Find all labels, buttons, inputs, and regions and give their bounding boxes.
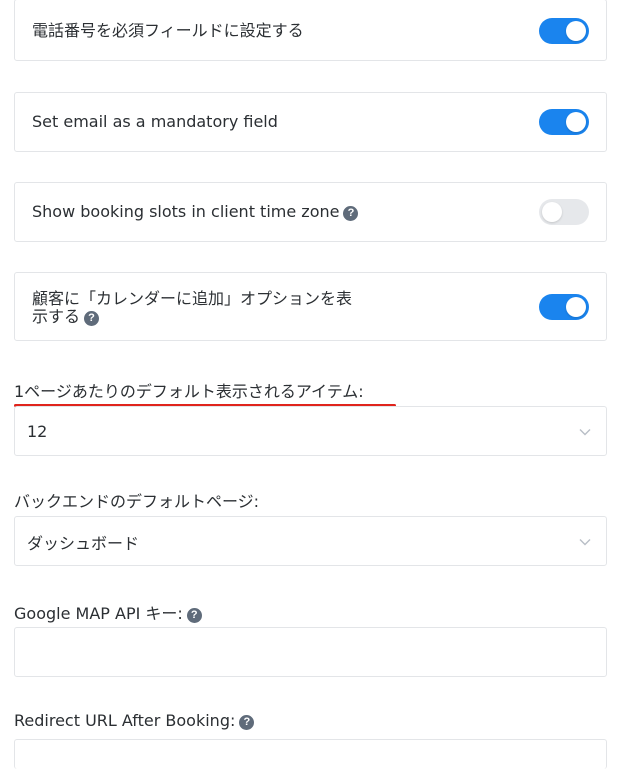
items-per-page-select[interactable]: 12 (14, 406, 607, 456)
backend-default-page-label: バックエンドのデフォルトページ: (14, 492, 260, 511)
google-map-api-key-label: Google MAP API キー: (14, 604, 183, 623)
backend-default-page-value: ダッシュボード (27, 534, 140, 553)
client-timezone-setting: Show booking slots in client time zone? (14, 182, 607, 242)
phone-mandatory-toggle[interactable] (539, 18, 589, 44)
google-map-api-key-label-row: Google MAP API キー:? (14, 600, 202, 624)
client-timezone-label-row: Show booking slots in client time zone? (32, 202, 359, 221)
add-to-calendar-label-line2-row: 示する? (32, 308, 352, 326)
google-map-api-key-input[interactable] (14, 627, 607, 677)
help-icon[interactable]: ? (343, 206, 359, 221)
toggle-knob (566, 112, 586, 132)
client-timezone-label: Show booking slots in client time zone (32, 202, 340, 221)
redirect-url-label-row: Redirect URL After Booking:? (14, 711, 255, 730)
toggle-knob (566, 21, 586, 41)
chevron-down-icon (579, 539, 591, 546)
email-mandatory-label: Set email as a mandatory field (32, 112, 278, 131)
backend-default-page-select[interactable]: ダッシュボード (14, 516, 607, 566)
client-timezone-toggle[interactable] (539, 199, 589, 225)
phone-mandatory-label: 電話番号を必須フィールドに設定する (32, 21, 304, 40)
redirect-url-input[interactable] (14, 739, 607, 769)
add-to-calendar-label-row: 顧客に「カレンダーに追加」オプションを表 示する? (32, 290, 352, 326)
toggle-knob (566, 297, 586, 317)
add-to-calendar-toggle[interactable] (539, 294, 589, 320)
help-icon[interactable]: ? (84, 311, 100, 326)
redirect-url-label: Redirect URL After Booking: (14, 711, 236, 730)
add-to-calendar-label-line1: 顧客に「カレンダーに追加」オプションを表 (32, 289, 353, 308)
email-mandatory-setting: Set email as a mandatory field (14, 92, 607, 152)
help-icon[interactable]: ? (239, 715, 255, 730)
add-to-calendar-label-line2: 示する (32, 307, 81, 326)
phone-mandatory-setting: 電話番号を必須フィールドに設定する (14, 0, 607, 61)
items-per-page-label: 1ページあたりのデフォルト表示されるアイテム: (14, 382, 364, 401)
email-mandatory-toggle[interactable] (539, 109, 589, 135)
add-to-calendar-setting: 顧客に「カレンダーに追加」オプションを表 示する? (14, 272, 607, 341)
toggle-knob (542, 202, 562, 222)
help-icon[interactable]: ? (186, 608, 202, 623)
chevron-down-icon (579, 429, 591, 436)
items-per-page-value: 12 (27, 422, 48, 441)
